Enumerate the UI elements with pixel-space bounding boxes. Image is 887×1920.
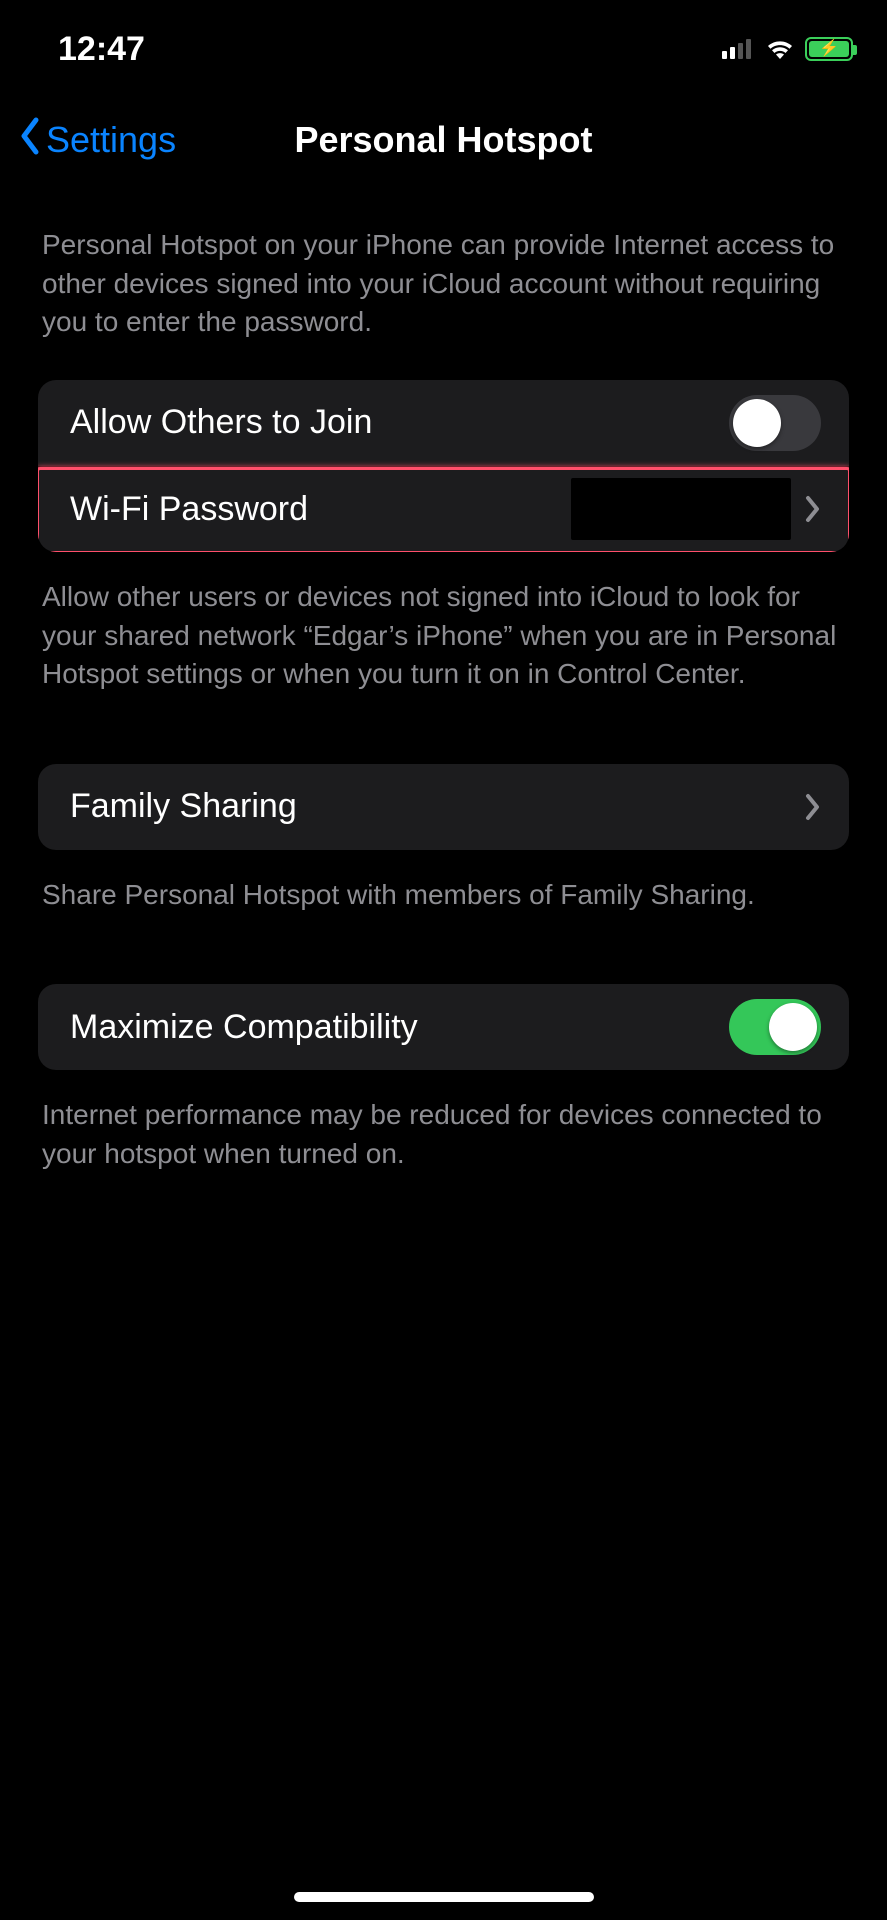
cellular-signal-icon	[722, 39, 751, 59]
battery-charging-icon: ⚡	[805, 37, 853, 61]
back-button-label: Settings	[46, 119, 176, 161]
row-wifi-password[interactable]: Wi-Fi Password	[38, 466, 849, 552]
group-hotspot-main: Allow Others to Join Wi-Fi Password	[38, 380, 849, 552]
home-indicator[interactable]	[294, 1892, 594, 1902]
nav-bar: Settings Personal Hotspot	[0, 100, 887, 180]
wifi-icon	[765, 38, 795, 60]
status-icons: ⚡	[722, 37, 853, 61]
family-sharing-description: Share Personal Hotspot with members of F…	[0, 876, 887, 915]
allow-others-toggle[interactable]	[729, 395, 821, 451]
status-time: 12:47	[58, 30, 145, 69]
wifi-password-value-redacted	[571, 478, 791, 540]
row-label: Wi-Fi Password	[70, 490, 308, 529]
row-family-sharing[interactable]: Family Sharing	[38, 764, 849, 850]
max-compat-toggle[interactable]	[729, 999, 821, 1055]
chevron-right-icon	[805, 793, 821, 821]
row-label: Allow Others to Join	[70, 403, 372, 442]
status-bar: 12:47 ⚡	[0, 0, 887, 80]
row-allow-others[interactable]: Allow Others to Join	[38, 380, 849, 466]
chevron-right-icon	[805, 495, 821, 523]
row-label: Family Sharing	[70, 787, 297, 826]
allow-others-description: Allow other users or devices not signed …	[0, 578, 887, 694]
back-button[interactable]: Settings	[18, 116, 176, 165]
chevron-left-icon	[18, 116, 42, 165]
row-max-compat[interactable]: Maximize Compatibility	[38, 984, 849, 1070]
hotspot-description: Personal Hotspot on your iPhone can prov…	[0, 226, 887, 342]
group-max-compat: Maximize Compatibility	[38, 984, 849, 1070]
group-family-sharing: Family Sharing	[38, 764, 849, 850]
row-label: Maximize Compatibility	[70, 1008, 418, 1047]
max-compat-description: Internet performance may be reduced for …	[0, 1096, 887, 1173]
